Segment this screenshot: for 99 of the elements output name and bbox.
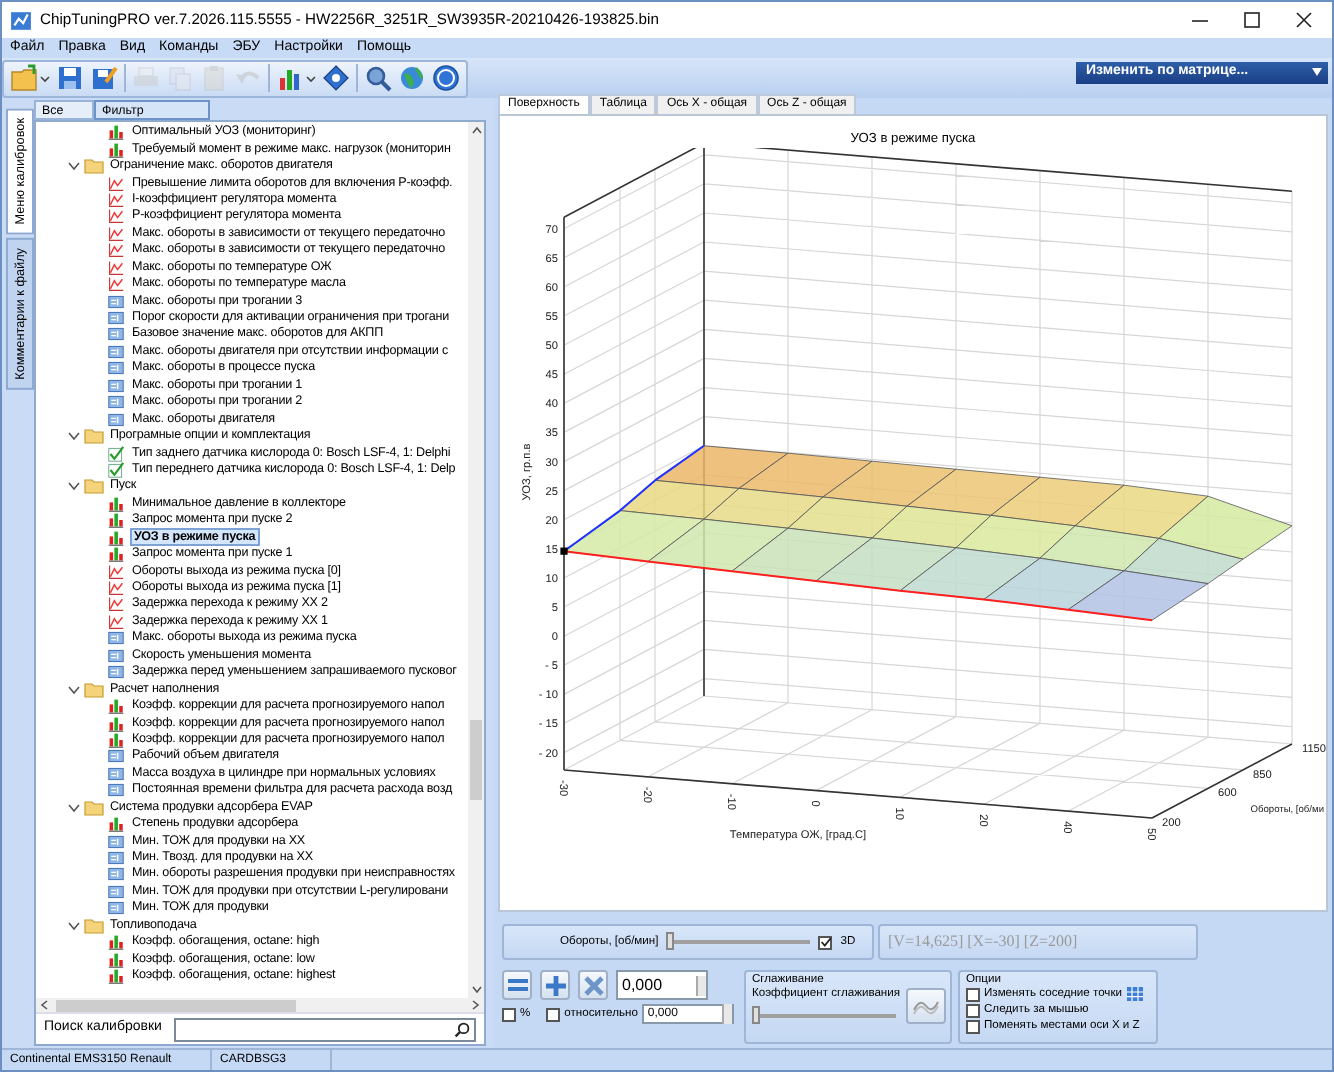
checkmark-icon xyxy=(819,936,832,948)
chart-icon xyxy=(106,816,126,833)
value-icon xyxy=(106,293,126,310)
line-chart-icon xyxy=(106,259,126,276)
folder-icon xyxy=(84,681,104,698)
line-chart-icon xyxy=(106,225,126,242)
operation-button[interactable] xyxy=(578,970,608,1000)
checkbox[interactable] xyxy=(818,935,833,949)
value-icon xyxy=(106,343,126,360)
line-chart-icon xyxy=(106,580,126,597)
checkbox[interactable] xyxy=(546,1007,561,1021)
value-icon xyxy=(106,833,126,850)
grid-icon[interactable] xyxy=(1125,986,1144,1002)
checkmark-icon xyxy=(106,445,126,462)
diamond-icon[interactable] xyxy=(322,64,350,92)
caret-icon[interactable] xyxy=(306,73,316,83)
chart-icon xyxy=(106,731,126,748)
plus-icon xyxy=(543,973,567,997)
scroll-left-icon[interactable] xyxy=(40,1000,48,1010)
chart-icon xyxy=(106,529,126,546)
axis-slider[interactable] xyxy=(666,932,811,952)
folder-icon xyxy=(84,478,104,495)
value-icon xyxy=(106,630,126,647)
smoothing-slider[interactable] xyxy=(752,1006,896,1026)
search-icon[interactable] xyxy=(454,1021,470,1037)
folder-icon xyxy=(84,917,104,934)
value-icon xyxy=(106,850,126,867)
chart-icon[interactable] xyxy=(276,64,304,92)
folder-icon xyxy=(84,428,104,445)
value-icon xyxy=(106,782,126,799)
chevron-icon[interactable] xyxy=(68,681,80,698)
operation-button[interactable] xyxy=(540,970,570,1000)
value-icon xyxy=(106,748,126,765)
value-icon xyxy=(106,765,126,782)
smooth-button[interactable] xyxy=(906,988,947,1024)
caret-icon[interactable] xyxy=(40,73,50,83)
scroll-right-icon[interactable] xyxy=(472,1000,480,1010)
operation-button[interactable] xyxy=(502,970,532,1000)
vertical-scrollbar[interactable] xyxy=(468,122,484,998)
line-chart-icon xyxy=(106,191,126,208)
checkbox[interactable] xyxy=(966,987,980,1001)
value-icon xyxy=(106,900,126,917)
chevron-icon[interactable] xyxy=(68,478,80,495)
value-icon xyxy=(106,310,126,327)
caret-icon[interactable] xyxy=(1312,68,1322,76)
chevron-icon[interactable] xyxy=(68,917,80,934)
value-icon xyxy=(106,394,126,411)
number-field[interactable]: 0,000 xyxy=(616,970,708,1000)
scroll-down-icon[interactable] xyxy=(471,986,481,994)
line-chart-icon xyxy=(106,208,126,225)
value-icon xyxy=(106,664,126,681)
close-icon[interactable] xyxy=(1296,12,1312,28)
slider-thumb[interactable] xyxy=(752,1006,760,1024)
chart-icon xyxy=(106,512,126,529)
chart-icon xyxy=(106,698,126,715)
line-chart-icon xyxy=(106,596,126,613)
line-chart-icon xyxy=(106,242,126,259)
folder-icon xyxy=(84,799,104,816)
value-icon xyxy=(106,360,126,377)
chart-icon xyxy=(106,951,126,968)
line-chart-icon xyxy=(106,563,126,580)
line-chart-icon xyxy=(106,276,126,293)
chart-icon xyxy=(106,141,126,158)
equals-icon xyxy=(505,973,529,997)
chevron-icon[interactable] xyxy=(68,158,80,175)
checkbox[interactable] xyxy=(966,1003,980,1017)
help-icon[interactable] xyxy=(432,64,460,92)
chart-icon xyxy=(106,495,126,512)
horizontal-scrollbar[interactable] xyxy=(36,998,484,1012)
chart-icon xyxy=(106,715,126,732)
value-icon xyxy=(106,866,126,883)
value-icon xyxy=(106,647,126,664)
value-readout: [V=14,625] [X=-30] [Z=200] xyxy=(886,930,1078,954)
point-marker[interactable] xyxy=(560,547,568,555)
folder-icon xyxy=(84,158,104,175)
line-chart-icon xyxy=(106,613,126,630)
side-edge-line xyxy=(563,444,705,553)
checkbox[interactable] xyxy=(966,1019,980,1033)
chart-icon xyxy=(106,934,126,951)
slider-thumb[interactable] xyxy=(666,932,675,950)
scroll-up-icon[interactable] xyxy=(471,126,481,134)
chevron-icon[interactable] xyxy=(68,428,80,445)
app-icon xyxy=(10,9,32,31)
chart-icon xyxy=(106,968,126,985)
floppy-pencil-icon[interactable] xyxy=(90,64,118,92)
value-icon xyxy=(106,377,126,394)
checkmark-icon xyxy=(106,461,126,478)
value-icon xyxy=(106,883,126,900)
chart-icon xyxy=(106,546,126,563)
search-field[interactable] xyxy=(173,1017,476,1041)
search-icon[interactable] xyxy=(364,64,392,92)
chevron-icon[interactable] xyxy=(68,799,80,816)
chart-icon xyxy=(106,124,126,141)
multiply-icon xyxy=(581,973,605,997)
line-chart-icon xyxy=(106,175,126,192)
value-icon xyxy=(106,326,126,343)
maximize-icon[interactable] xyxy=(1244,12,1260,28)
checkbox[interactable] xyxy=(502,1007,516,1021)
value-icon xyxy=(106,411,126,428)
